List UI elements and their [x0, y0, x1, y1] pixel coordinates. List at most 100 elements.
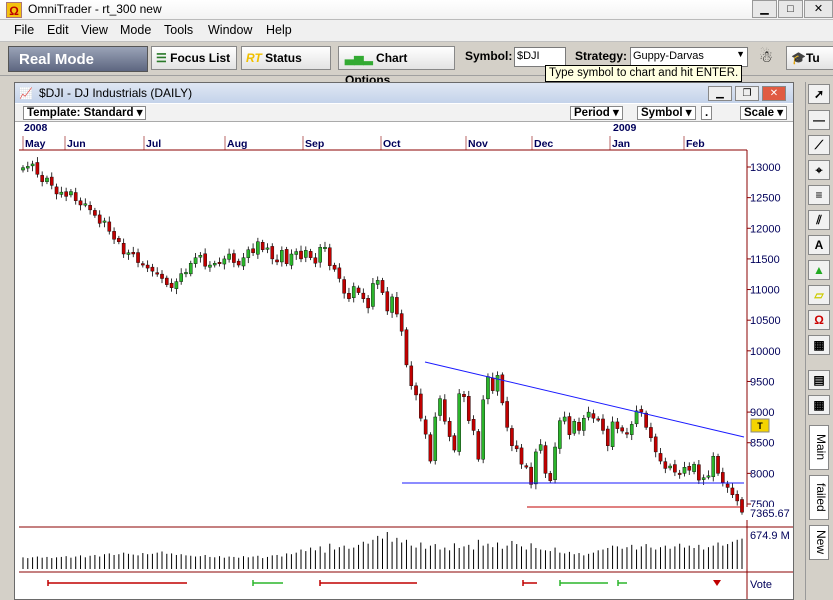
- candle-body: [371, 283, 375, 307]
- month-label: May: [25, 138, 46, 150]
- candle-body: [658, 453, 663, 462]
- candle-body: [222, 258, 227, 265]
- pointer-icon[interactable]: ➚: [808, 84, 830, 104]
- menu-tools[interactable]: Tools: [164, 23, 193, 37]
- candle-body: [390, 296, 394, 313]
- candle-body: [184, 272, 188, 275]
- candle-body: [208, 264, 212, 268]
- candle-body: [102, 220, 107, 223]
- month-label: Aug: [227, 138, 247, 150]
- candle-body: [265, 247, 270, 250]
- template-label: Template: Standard: [27, 107, 134, 119]
- candle-body: [577, 422, 581, 431]
- price-tick-label: 11500: [750, 254, 780, 266]
- minimize-icon[interactable]: ▁: [752, 0, 777, 18]
- candle-body: [586, 411, 591, 418]
- candle-body: [524, 465, 529, 468]
- menu-mode[interactable]: Mode: [120, 23, 151, 37]
- grid-icon[interactable]: ▦: [808, 335, 830, 355]
- text-icon[interactable]: A: [808, 235, 830, 255]
- up-arrow-icon[interactable]: ▲: [808, 260, 830, 280]
- horizontal-line-icon[interactable]: —: [808, 110, 830, 130]
- candle-body: [476, 431, 481, 460]
- symbol-dropdown[interactable]: Symbol ▾: [637, 106, 696, 120]
- month-label: Jun: [67, 138, 86, 150]
- candle-body: [294, 251, 299, 255]
- period-label: Period: [574, 107, 610, 119]
- candle-body: [203, 253, 207, 267]
- strategy-label: Strategy:: [575, 49, 628, 63]
- candle-body: [500, 374, 505, 404]
- candle-body: [117, 238, 121, 242]
- price-tick-label: 8000: [750, 468, 774, 480]
- candle-body: [30, 163, 35, 167]
- gann-fan-icon[interactable]: ⌖: [808, 160, 830, 180]
- year-label-2009: 2009: [613, 122, 637, 134]
- candle-body: [438, 398, 442, 416]
- chart-close-icon[interactable]: ✕: [762, 86, 786, 101]
- candle-body: [519, 447, 524, 465]
- tab-main[interactable]: Main: [809, 425, 829, 470]
- candle-body: [59, 191, 64, 195]
- candle-body: [40, 175, 44, 182]
- candle-body: [73, 192, 78, 201]
- rt-status-button[interactable]: RT Status: [241, 46, 331, 70]
- candle-body: [687, 466, 692, 471]
- tab-failed[interactable]: failed: [809, 475, 829, 520]
- menu-help[interactable]: Help: [266, 23, 292, 37]
- scale-dropdown[interactable]: Scale ▾: [740, 106, 788, 120]
- candle-body: [332, 264, 337, 270]
- candle-body: [289, 253, 294, 266]
- menu-view[interactable]: View: [81, 23, 108, 37]
- period-dropdown[interactable]: Period ▾: [570, 106, 623, 120]
- chevron-down-icon: ▼: [736, 49, 745, 59]
- omnitrader-logo-icon: Ω: [6, 2, 22, 18]
- candle-body: [409, 365, 414, 386]
- price-chart[interactable]: May Jun Jul Aug Sep Oct Nov Dec Jan Feb 13000 1250…: [15, 122, 793, 599]
- chart-options-button[interactable]: ▃▅▂ Chart Options: [338, 46, 455, 87]
- candle-body: [361, 292, 366, 299]
- channel-icon[interactable]: ⫽: [808, 210, 830, 230]
- candle-body: [318, 247, 322, 263]
- month-label: Oct: [383, 138, 401, 150]
- trendline-icon[interactable]: ⟋: [808, 135, 830, 155]
- price-tick-label: 10000: [750, 346, 781, 358]
- candle-body: [280, 250, 284, 263]
- candle-body: [649, 427, 653, 439]
- symbol-menu-label: Symbol: [641, 107, 683, 119]
- candle-body: [697, 464, 701, 481]
- candle-body: [145, 264, 150, 269]
- symbol-input[interactable]: $DJI: [514, 47, 566, 67]
- candle-body: [212, 262, 217, 266]
- tab-new[interactable]: New: [809, 525, 829, 560]
- menu-file[interactable]: File: [14, 23, 34, 37]
- real-mode-button[interactable]: Real Mode: [8, 46, 148, 72]
- candle-body: [591, 413, 596, 419]
- eraser-icon[interactable]: ▱: [808, 285, 830, 305]
- tutorial-button[interactable]: 🎓Tu: [786, 46, 833, 70]
- dot-button[interactable]: .: [701, 106, 713, 120]
- candle-body: [45, 177, 49, 182]
- candle-body: [610, 421, 615, 447]
- menu-edit[interactable]: Edit: [47, 23, 69, 37]
- chart-restore-icon[interactable]: ❐: [735, 86, 759, 101]
- magnet-icon[interactable]: Ω: [808, 310, 830, 330]
- template-dropdown[interactable]: Template: Standard ▾: [23, 106, 147, 120]
- close-icon[interactable]: ✕: [804, 0, 833, 18]
- candle-body: [620, 427, 624, 432]
- strategy-select[interactable]: Guppy-Darvas ▼: [630, 47, 748, 67]
- user-icon[interactable]: ☃: [755, 47, 777, 69]
- candle-body: [131, 252, 136, 255]
- vote-label: Vote: [750, 579, 772, 591]
- chart-minimize-icon[interactable]: ▁: [708, 86, 732, 101]
- layout-icon[interactable]: ▦: [808, 395, 830, 415]
- fibonacci-icon[interactable]: ≡: [808, 185, 830, 205]
- candle-body: [433, 416, 438, 461]
- indicator-icon[interactable]: ▤: [808, 370, 830, 390]
- maximize-icon[interactable]: □: [778, 0, 803, 18]
- menu-window[interactable]: Window: [208, 23, 252, 37]
- candle-body: [404, 329, 409, 366]
- candle-body: [538, 444, 543, 451]
- list-icon: ☰: [156, 51, 167, 65]
- focus-list-button[interactable]: ☰ Focus List: [151, 46, 237, 70]
